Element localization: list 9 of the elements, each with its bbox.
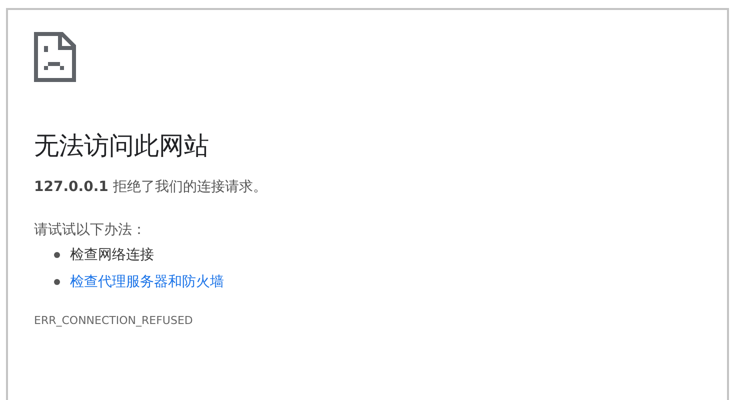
bullet-icon (54, 279, 60, 285)
page-heading: 无法访问此网站 (34, 130, 210, 162)
suggestions-intro: 请试试以下办法： (34, 220, 147, 240)
suggestion-link[interactable]: 检查代理服务器和防火墙 (70, 272, 224, 292)
error-code: ERR_CONNECTION_REFUSED (34, 312, 194, 329)
error-message: 127.0.0.1 拒绝了我们的连接请求。 (34, 178, 268, 196)
bullet-icon (54, 252, 60, 258)
suggestion-text: 检查网络连接 (70, 246, 154, 264)
sad-page-icon (34, 32, 76, 82)
